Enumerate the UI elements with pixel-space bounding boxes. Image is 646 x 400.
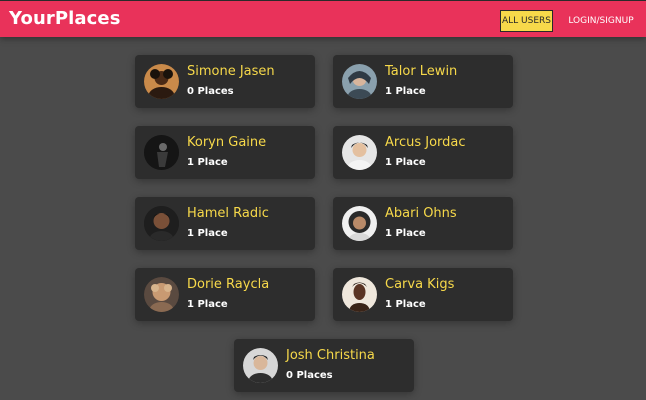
user-name: Abari Ohns [385,206,457,221]
user-card[interactable]: Josh Christina 0 Places [234,339,414,392]
user-card[interactable]: Abari Ohns 1 Place [333,197,513,250]
user-avatar-icon [144,135,179,170]
user-name: Koryn Gaine [187,135,267,150]
user-place-count: 1 Place [385,86,426,97]
nav-login-signup-link[interactable]: LOGIN/SIGNUP [561,10,641,32]
user-name: Carva Kigs [385,277,455,292]
user-card[interactable]: Dorie Raycla 1 Place [135,268,315,321]
brand-logo[interactable]: YourPlaces [9,8,121,29]
user-place-count: 0 Places [286,370,333,381]
user-place-count: 1 Place [187,157,228,168]
user-place-count: 1 Place [385,157,426,168]
user-name: Hamel Radic [187,206,269,221]
user-card[interactable]: Talor Lewin 1 Place [333,55,513,108]
user-place-count: 1 Place [385,299,426,310]
user-name: Josh Christina [286,348,375,363]
user-place-count: 1 Place [187,228,228,239]
nav-all-users-link[interactable]: ALL USERS [500,10,553,32]
user-place-count: 0 Places [187,86,234,97]
user-name: Dorie Raycla [187,277,270,292]
user-avatar-icon [144,206,179,241]
user-avatar-icon [342,206,377,241]
user-place-count: 1 Place [385,228,426,239]
user-card[interactable]: Hamel Radic 1 Place [135,197,315,250]
user-card[interactable]: Simone Jasen 0 Places [135,55,315,108]
main-header: YourPlaces ALL USERS LOGIN/SIGNUP [0,0,646,37]
user-avatar-icon [144,64,179,99]
user-avatar-icon [144,277,179,312]
user-card[interactable]: Carva Kigs 1 Place [333,268,513,321]
user-avatar-icon [342,135,377,170]
user-avatar-icon [342,64,377,99]
user-place-count: 1 Place [187,299,228,310]
user-avatar-icon [342,277,377,312]
user-name: Arcus Jordac [385,135,466,150]
user-card[interactable]: Koryn Gaine 1 Place [135,126,315,179]
user-card[interactable]: Arcus Jordac 1 Place [333,126,513,179]
user-name: Simone Jasen [187,64,275,79]
user-name: Talor Lewin [385,64,458,79]
user-avatar-icon [243,348,278,383]
